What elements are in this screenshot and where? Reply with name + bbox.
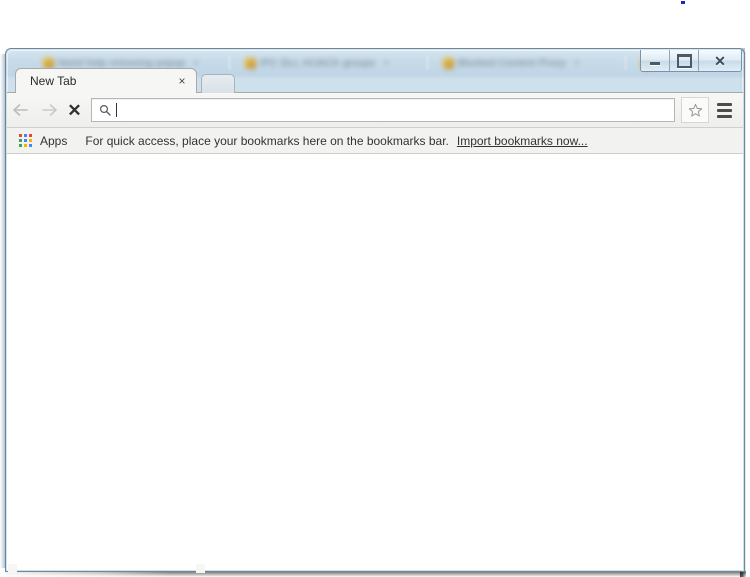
maximize-button[interactable] [670,50,699,71]
active-tab[interactable]: New Tab × [15,68,197,93]
background-tab[interactable]: IPC DLL HIJACK groups × [237,51,417,75]
minimize-icon [650,62,660,65]
active-tab-title: New Tab [30,74,77,88]
apps-dot [29,144,32,147]
desktop-background: Need help removing popup × IPC DLL HIJAC… [0,0,750,577]
tab-close-icon[interactable]: × [174,73,190,89]
tab-favicon [443,57,454,69]
active-tab-right-wing [196,564,205,573]
background-tab[interactable]: Blocked Content Proxy × [435,51,615,75]
stop-loading-button[interactable]: ✕ [61,96,87,124]
bookmarks-bar: Apps For quick access, place your bookma… [7,128,743,154]
minimize-button[interactable] [641,50,670,71]
apps-dot [29,134,32,137]
active-tab-left-wing [8,564,17,573]
maximize-icon [676,53,692,68]
apps-grid-icon [19,134,32,147]
tab-favicon [245,57,256,69]
chrome-menu-button[interactable] [711,96,737,124]
background-tab-close-icon[interactable]: × [193,58,199,69]
window-controls: ✕ [640,50,742,72]
background-tab-title: Blocked Content Proxy [458,57,567,69]
hamburger-icon-line [716,108,732,112]
back-arrow-icon [13,104,28,116]
background-tab-title: Need help removing popup [58,57,186,69]
tab-separator [427,56,428,70]
browser-window: Need help removing popup × IPC DLL HIJAC… [5,48,745,573]
apps-dot [29,139,32,142]
browser-toolbar: ✕ [7,92,743,128]
apps-dot [24,144,27,147]
new-tab-button[interactable] [201,74,235,93]
apps-dot [24,134,27,137]
hamburger-icon-line [716,114,732,118]
import-bookmarks-link[interactable]: Import bookmarks now... [457,134,588,148]
page-content-area[interactable] [7,154,743,570]
apps-label: Apps [40,133,68,148]
close-button[interactable]: ✕ [699,50,741,71]
star-icon [688,103,702,117]
search-icon [99,104,111,116]
tab-favicon [43,57,54,69]
hamburger-icon-line [716,102,732,106]
bookmarks-empty-hint: For quick access, place your bookmarks h… [85,133,449,148]
tab-separator [625,56,626,70]
forward-button[interactable] [35,96,63,124]
apps-dot [19,134,22,137]
address-bar-input[interactable] [117,101,674,119]
background-tab-close-icon[interactable]: × [383,58,389,69]
close-icon: ✕ [714,52,726,69]
background-tab-title: IPC DLL HIJACK groups [260,57,376,69]
background-tab-close-icon[interactable]: × [574,58,580,69]
apps-dot [19,144,22,147]
tab-separator [229,56,230,70]
bookmark-star-button[interactable] [681,97,709,123]
apps-shortcut-button[interactable]: Apps [19,134,67,148]
back-button[interactable] [7,96,35,124]
apps-dot [24,139,27,142]
address-bar[interactable] [91,98,675,122]
stray-pixel-artifact [681,1,685,4]
forward-arrow-icon [42,104,57,116]
apps-dot [19,139,22,142]
stop-x-icon: ✕ [67,100,81,120]
